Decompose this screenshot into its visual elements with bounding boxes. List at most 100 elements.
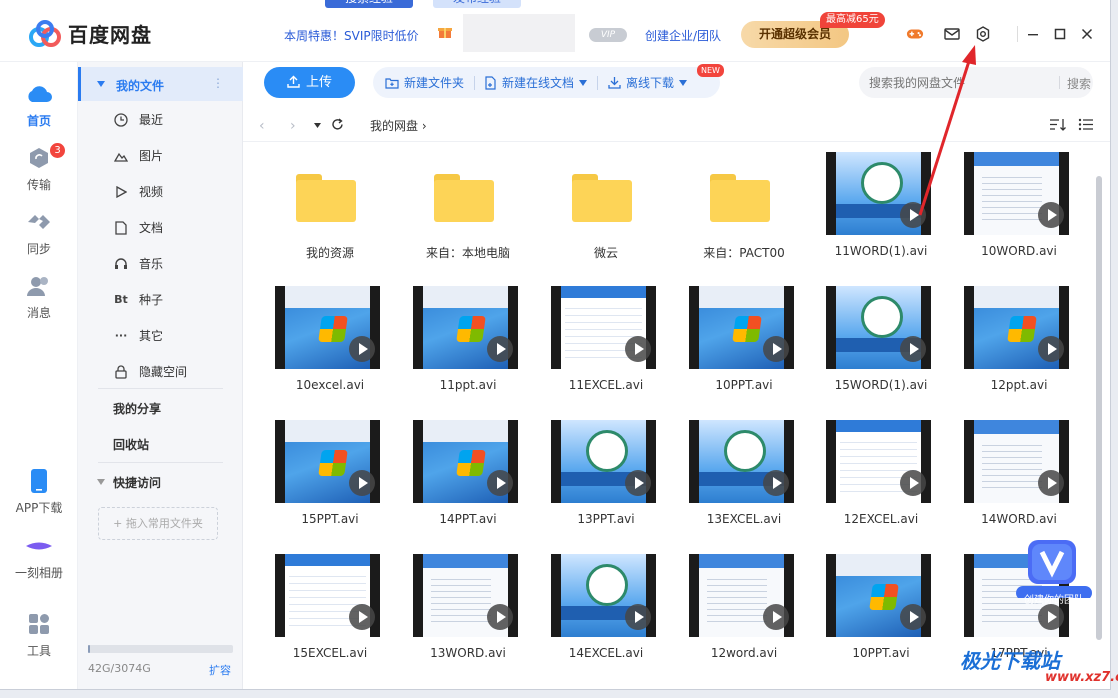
play-icon[interactable]	[900, 202, 926, 228]
play-icon[interactable]	[487, 604, 513, 630]
file-name: 15PPT.avi	[301, 512, 359, 526]
sidebar-item-quick-access[interactable]: 快捷访问	[113, 474, 161, 491]
refresh-icon[interactable]	[331, 118, 344, 131]
rail-item-app-download[interactable]: APP下载	[0, 467, 78, 516]
maximize-icon[interactable]	[1051, 26, 1069, 42]
play-icon[interactable]	[900, 470, 926, 496]
play-icon[interactable]	[625, 336, 651, 362]
video-file-item[interactable]: 11EXCEL.avi	[541, 286, 671, 396]
minimize-icon[interactable]	[1024, 26, 1042, 42]
video-file-item[interactable]: 10PPT.avi	[816, 554, 946, 664]
video-thumbnail	[275, 554, 380, 637]
more-vertical-icon[interactable]: ⋮	[212, 76, 224, 90]
video-file-item[interactable]: 15EXCEL.avi	[265, 554, 395, 664]
rail-item-sync[interactable]: 同步	[0, 208, 78, 257]
play-icon[interactable]	[625, 604, 651, 630]
svip-promo-link[interactable]: 本周特惠！SVIP限时低价	[284, 27, 419, 44]
bt-icon: Bt	[114, 293, 128, 306]
vertical-scrollbar[interactable]	[1095, 162, 1103, 642]
sidebar-item-my-share[interactable]: 我的分享	[113, 400, 161, 417]
video-file-item[interactable]: 12EXCEL.avi	[816, 420, 946, 530]
sidebar-item-documents[interactable]: 文档	[113, 219, 163, 236]
new-folder-button[interactable]: 新建文件夹	[385, 74, 464, 91]
play-icon[interactable]	[349, 604, 375, 630]
gift-icon[interactable]	[438, 25, 452, 42]
video-file-item[interactable]: 12word.avi	[679, 554, 809, 664]
search-input[interactable]	[869, 74, 1049, 91]
play-icon[interactable]	[763, 470, 789, 496]
video-file-item[interactable]: 13WORD.avi	[403, 554, 533, 664]
upload-button[interactable]: 上传	[264, 67, 355, 98]
rail-item-messages[interactable]: 消息	[0, 272, 78, 321]
video-file-item[interactable]: 10excel.avi	[265, 286, 395, 396]
folder-icon	[434, 174, 494, 222]
list-view-icon[interactable]	[1078, 118, 1094, 131]
file-name: 12EXCEL.avi	[843, 512, 919, 526]
file-name: 11EXCEL.avi	[568, 378, 644, 392]
play-icon[interactable]	[625, 470, 651, 496]
play-icon[interactable]	[763, 336, 789, 362]
video-file-item[interactable]: 15WORD(1).avi	[816, 286, 946, 396]
caret-down-icon[interactable]	[97, 479, 105, 485]
sidebar-item-hidden-space[interactable]: 隐藏空间	[113, 363, 187, 380]
play-icon[interactable]	[487, 470, 513, 496]
back-arrow-icon[interactable]: ‹	[259, 118, 265, 134]
scrollbar-thumb[interactable]	[1096, 176, 1102, 640]
sidebar-item-label: 音乐	[139, 257, 164, 271]
history-dropdown-icon[interactable]	[314, 123, 321, 128]
expand-storage-link[interactable]: 扩容	[209, 662, 231, 678]
breadcrumb[interactable]: 我的网盘 ›	[370, 117, 427, 134]
create-enterprise-link[interactable]: 创建企业/团队	[645, 27, 721, 44]
search-button[interactable]: 搜索	[1067, 75, 1091, 92]
sidebar-item-images[interactable]: 图片	[113, 147, 163, 164]
video-file-item[interactable]: 14EXCEL.avi	[541, 554, 671, 664]
play-icon[interactable]	[487, 336, 513, 362]
video-file-item[interactable]: 14PPT.avi	[403, 420, 533, 530]
create-team-floating-button[interactable]: 创建你的团队	[1014, 538, 1094, 610]
team-label: 创建你的团队	[1024, 595, 1084, 606]
sidebar-item-music[interactable]: 音乐	[113, 255, 163, 272]
sidebar-item-my-files[interactable]: 我的文件 ⋮	[78, 67, 243, 101]
play-icon[interactable]	[763, 604, 789, 630]
video-file-item[interactable]: 11WORD(1).avi	[816, 152, 946, 262]
video-file-item[interactable]: 13PPT.avi	[541, 420, 671, 530]
sidebar-item-videos[interactable]: 视频	[113, 183, 163, 200]
video-file-item[interactable]: 10WORD.avi	[954, 152, 1084, 262]
drop-folder-zone[interactable]: + 拖入常用文件夹	[98, 507, 218, 540]
play-icon[interactable]	[900, 604, 926, 630]
close-icon[interactable]	[1078, 26, 1096, 42]
forward-arrow-icon[interactable]: ›	[290, 118, 296, 134]
video-file-item[interactable]: 12ppt.avi	[954, 286, 1084, 396]
new-online-doc-button[interactable]: 新建在线文档	[485, 74, 588, 91]
file-name: 13WORD.avi	[430, 646, 506, 660]
play-icon[interactable]	[349, 470, 375, 496]
video-file-item[interactable]: 10PPT.avi	[679, 286, 809, 396]
folder-item[interactable]: 微云	[541, 152, 671, 262]
rail-item-tools[interactable]: 工具	[0, 610, 78, 659]
sidebar-item-recent[interactable]: 最近	[113, 111, 163, 128]
play-icon[interactable]	[900, 336, 926, 362]
video-file-item[interactable]: 13EXCEL.avi	[679, 420, 809, 530]
rail-item-transfer[interactable]: 3 传输	[0, 143, 78, 193]
breadcrumb-root[interactable]: 我的网盘	[370, 119, 418, 133]
rail-item-home[interactable]: 首页	[0, 80, 78, 129]
play-icon[interactable]	[1038, 336, 1064, 362]
video-file-item[interactable]: 14WORD.avi	[954, 420, 1084, 530]
mail-icon[interactable]	[943, 26, 961, 42]
play-icon[interactable]	[1038, 202, 1064, 228]
rail-item-album[interactable]: 一刻相册	[0, 532, 78, 581]
folder-item[interactable]: 来自：本地电脑	[403, 152, 533, 262]
video-file-item[interactable]: 15PPT.avi	[265, 420, 395, 530]
sort-icon[interactable]	[1049, 118, 1067, 131]
sidebar-item-recycle-bin[interactable]: 回收站	[113, 436, 149, 453]
offline-download-button[interactable]: 离线下载	[608, 74, 688, 91]
video-file-item[interactable]: 11ppt.avi	[403, 286, 533, 396]
sidebar-item-torrents[interactable]: Bt 种子	[113, 291, 163, 308]
folder-item[interactable]: 来自：PACT00	[679, 152, 809, 262]
play-icon[interactable]	[349, 336, 375, 362]
folder-item[interactable]: 我的资源	[265, 152, 395, 262]
sidebar-item-other[interactable]: ··· 其它	[113, 327, 163, 344]
game-controller-icon[interactable]	[906, 26, 924, 42]
settings-gear-icon[interactable]	[974, 26, 992, 42]
play-icon[interactable]	[1038, 470, 1064, 496]
